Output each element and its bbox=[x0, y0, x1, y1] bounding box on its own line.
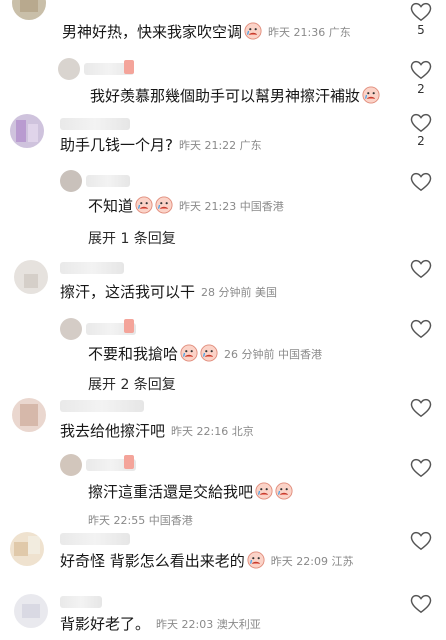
heart-outline-icon[interactable] bbox=[410, 2, 432, 22]
avatar[interactable] bbox=[60, 170, 82, 192]
avatar[interactable] bbox=[14, 260, 48, 294]
avatar[interactable] bbox=[58, 58, 80, 80]
avatar[interactable] bbox=[14, 594, 48, 628]
avatar[interactable] bbox=[12, 398, 46, 432]
like-count: 2 bbox=[417, 82, 425, 96]
avatar[interactable] bbox=[12, 0, 46, 20]
heart-outline-icon[interactable] bbox=[410, 113, 432, 133]
crying-face-icon bbox=[362, 86, 380, 104]
crying-face-icon bbox=[275, 482, 293, 500]
comment-text: 好奇怪 背影怎么看出来老的 昨天 22:09 江苏 bbox=[60, 551, 354, 570]
avatar[interactable] bbox=[60, 318, 82, 340]
crying-face-icon bbox=[200, 344, 218, 362]
name-blur bbox=[60, 400, 144, 412]
heart-outline-icon[interactable] bbox=[410, 60, 432, 80]
name-blur bbox=[60, 262, 124, 274]
heart-outline-icon[interactable] bbox=[410, 319, 432, 339]
avatar[interactable] bbox=[10, 532, 44, 566]
comment-text: 男神好热，快来我家吹空调 昨天 21:36 广东 bbox=[62, 22, 351, 41]
comment-text: 不要和我搶哈 26 分钟前 中国香港 bbox=[88, 344, 323, 363]
crying-face-icon bbox=[180, 344, 198, 362]
heart-outline-icon[interactable] bbox=[410, 594, 432, 614]
crying-face-icon bbox=[244, 22, 262, 40]
comment-text: 擦汗，这活我可以干 28 分钟前 美国 bbox=[60, 283, 278, 301]
comment-meta: 昨天 22:55 中国香港 bbox=[88, 514, 193, 527]
crying-face-icon bbox=[255, 482, 273, 500]
comment-text: 我好羡慕那幾個助手可以幫男神擦汗補妝 bbox=[90, 86, 380, 106]
name-badge bbox=[124, 455, 134, 469]
heart-outline-icon[interactable] bbox=[410, 172, 432, 192]
crying-face-icon bbox=[135, 196, 153, 214]
comment-text: 不知道 昨天 21:23 中国香港 bbox=[88, 196, 284, 215]
expand-replies-button[interactable]: 展开 2 条回复 bbox=[88, 374, 176, 394]
name-badge bbox=[124, 319, 134, 333]
name-blur bbox=[60, 533, 130, 545]
comment-text: 助手几钱一个月? 昨天 21:22 广东 bbox=[60, 136, 262, 154]
crying-face-icon bbox=[155, 196, 173, 214]
avatar[interactable] bbox=[60, 454, 82, 476]
crying-face-icon bbox=[247, 551, 265, 569]
heart-outline-icon[interactable] bbox=[410, 531, 432, 551]
like-count: 5 bbox=[417, 23, 425, 37]
comment-text: 我去给他擦汗吧 昨天 22:16 北京 bbox=[60, 422, 254, 440]
name-badge bbox=[124, 60, 134, 74]
name-blur bbox=[86, 175, 130, 187]
heart-outline-icon[interactable] bbox=[410, 259, 432, 279]
heart-outline-icon[interactable] bbox=[410, 398, 432, 418]
avatar[interactable] bbox=[10, 114, 44, 148]
expand-replies-button[interactable]: 展开 1 条回复 bbox=[88, 228, 176, 248]
comment-text: 擦汗這重活還是交給我吧 bbox=[88, 482, 293, 502]
like-count: 2 bbox=[417, 134, 425, 148]
comment-text: 背影好老了。 昨天 22:03 澳大利亚 bbox=[60, 615, 261, 633]
name-blur bbox=[60, 118, 130, 130]
heart-outline-icon[interactable] bbox=[410, 458, 432, 478]
name-blur bbox=[60, 596, 102, 608]
